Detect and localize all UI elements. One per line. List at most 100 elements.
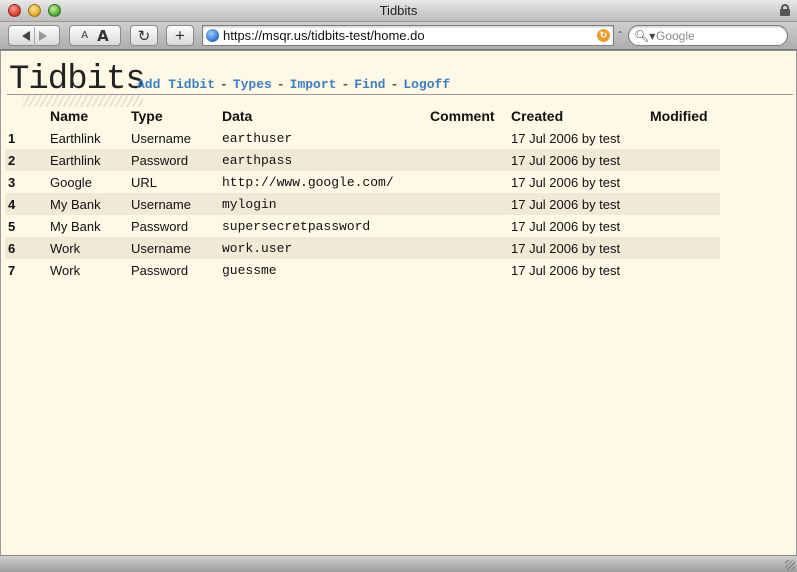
nav-logoff[interactable]: Logoff [403, 77, 450, 92]
text-size-buttons[interactable]: A A [69, 25, 121, 46]
cell-data: http://www.google.com/ [222, 174, 394, 190]
cell-modified [650, 171, 720, 193]
row-index[interactable]: 2 [5, 149, 50, 171]
cell-type: Password [131, 149, 222, 171]
cell-modified [650, 259, 720, 281]
column-header-type[interactable]: Type [131, 105, 222, 127]
nav-types[interactable]: Types [233, 77, 272, 92]
cell-modified [650, 215, 720, 237]
cell-name[interactable]: Earthlink [50, 149, 131, 171]
table-header-row: Name Type Data Comment Created Modified [5, 105, 720, 127]
cell-type: URL [131, 174, 158, 190]
cell-type: Username [131, 130, 191, 146]
cell-modified [650, 149, 720, 171]
plus-icon: + [175, 25, 185, 45]
table-row[interactable]: 7 Work Password guessme 17 Jul 2006 by t… [5, 259, 720, 281]
column-header-data[interactable]: Data [222, 105, 430, 127]
increase-text-size-button[interactable]: A [97, 27, 109, 45]
cell-name[interactable]: Google [50, 171, 131, 193]
row-index[interactable]: 7 [5, 259, 50, 281]
header-divider [7, 94, 793, 95]
cell-comment [430, 259, 511, 281]
cell-created: 17 Jul 2006 by test [511, 262, 621, 278]
resize-grip-icon[interactable] [785, 560, 795, 570]
page-content: Tidbits Add Tidbit - Types - Import - Find - Log… [0, 51, 797, 555]
nav-separator: - [220, 77, 228, 92]
cell-data: guessme [222, 262, 277, 278]
row-index[interactable]: 5 [5, 215, 50, 237]
row-index[interactable]: 1 [5, 127, 50, 149]
globe-icon [206, 29, 219, 42]
address-input[interactable]: https://msqr.us/tidbits-test/home.do [223, 28, 425, 43]
cell-comment [430, 149, 511, 171]
cell-comment [430, 127, 511, 149]
column-header-name[interactable]: Name [50, 105, 131, 127]
row-index[interactable]: 3 [5, 171, 50, 193]
table-row[interactable]: 2 Earthlink Password earthpass 17 Jul 20… [5, 149, 720, 171]
table-row[interactable]: 3 Google URL http://www.google.com/ 17 J… [5, 171, 720, 193]
column-header-comment[interactable]: Comment [430, 105, 511, 127]
cell-type: Username [131, 237, 222, 259]
title-bar: Tidbits [0, 0, 797, 22]
column-header-modified[interactable]: Modified [650, 105, 720, 127]
cell-comment [430, 171, 511, 193]
cell-type: Username [131, 193, 222, 215]
address-menu-icon[interactable]: ⌃ [617, 30, 624, 39]
cell-type: Password [131, 218, 189, 234]
row-index[interactable]: 4 [5, 193, 50, 215]
cell-created: 17 Jul 2006 by test [511, 237, 650, 259]
cell-data: work.user [222, 237, 430, 259]
cell-name[interactable]: My Bank [50, 215, 131, 237]
cell-created: 17 Jul 2006 by test [511, 218, 621, 234]
cell-comment [430, 215, 511, 237]
cell-created: 17 Jul 2006 by test [511, 193, 650, 215]
cell-comment [430, 237, 511, 259]
cell-created: 17 Jul 2006 by test [511, 149, 650, 171]
cell-type: Password [131, 262, 189, 278]
forward-arrow-icon[interactable] [38, 30, 47, 41]
cell-name[interactable]: Work [50, 237, 131, 259]
nav-separator: - [390, 77, 399, 92]
nav-separator: - [341, 77, 350, 92]
cell-modified [650, 237, 720, 259]
table-row[interactable]: 6 Work Username work.user 17 Jul 2006 by… [5, 237, 720, 259]
nav-add-tidbit[interactable]: Add Tidbit [137, 77, 215, 92]
nav-find[interactable]: Find [354, 77, 385, 92]
nav-import[interactable]: Import [290, 77, 337, 92]
lock-icon [780, 4, 790, 16]
tidbits-table: Name Type Data Comment Created Modified … [5, 105, 720, 281]
cell-modified [650, 193, 720, 215]
search-box[interactable]: 🔍︎▾ Google [628, 25, 788, 46]
search-input[interactable]: Google [656, 29, 695, 43]
status-bar [0, 555, 797, 572]
cell-data: earthuser [222, 130, 293, 146]
main-nav: Add Tidbit - Types - Import - Find - Logoff [137, 77, 450, 92]
reload-icon: ↻ [137, 27, 151, 45]
address-bar[interactable]: https://msqr.us/tidbits-test/home.do ↻ [202, 25, 614, 46]
cell-comment [430, 193, 511, 215]
cell-data: earthpass [222, 149, 430, 171]
column-header-created[interactable]: Created [511, 105, 650, 127]
cell-name[interactable]: Work [50, 259, 131, 281]
table-row[interactable]: 5 My Bank Password supersecretpassword 1… [5, 215, 720, 237]
back-arrow-icon[interactable] [21, 30, 30, 41]
back-forward-buttons[interactable] [8, 25, 60, 46]
cell-name[interactable]: Earthlink [50, 127, 131, 149]
cell-created: 17 Jul 2006 by test [511, 130, 621, 146]
reload-button[interactable]: ↻ [130, 25, 158, 46]
window-title: Tidbits [379, 3, 418, 18]
search-icon[interactable]: 🔍︎▾ [634, 29, 655, 43]
rss-icon[interactable]: ↻ [597, 29, 610, 42]
add-bookmark-button[interactable]: + [166, 25, 194, 46]
table-row[interactable]: 1 Earthlink Username earthuser 17 Jul 20… [5, 127, 720, 149]
browser-toolbar: A A ↻ + https://msqr.us/tidbits-test/hom… [0, 22, 797, 50]
row-index[interactable]: 6 [5, 237, 50, 259]
cell-name[interactable]: My Bank [50, 193, 131, 215]
cell-created: 17 Jul 2006 by test [511, 174, 621, 190]
cell-data: mylogin [222, 193, 430, 215]
decrease-text-size-button[interactable]: A [81, 30, 88, 41]
cell-data: supersecretpassword [222, 218, 371, 234]
divider [33, 27, 35, 44]
table-row[interactable]: 4 My Bank Username mylogin 17 Jul 2006 b… [5, 193, 720, 215]
cell-modified [650, 127, 720, 149]
